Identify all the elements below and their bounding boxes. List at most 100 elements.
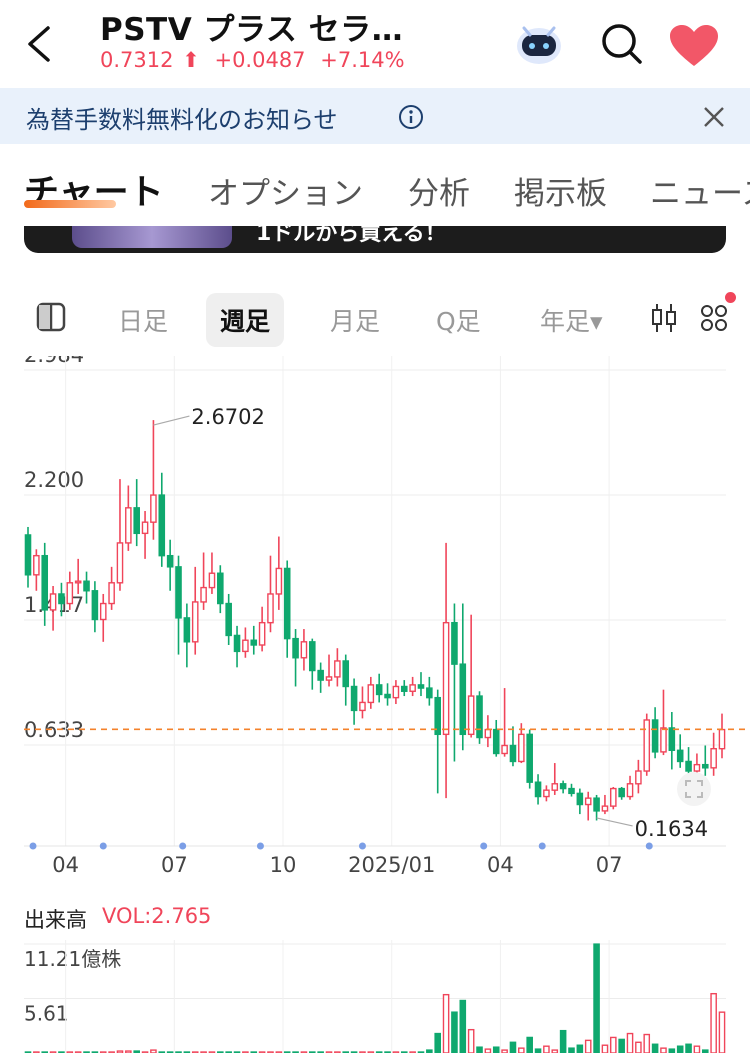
candle-body [518, 733, 525, 763]
period-yearly-dropdown[interactable]: 年足▾ [540, 302, 603, 338]
candle-body [258, 621, 266, 646]
candle-body [300, 641, 308, 659]
tab-options[interactable]: オプション [208, 168, 363, 213]
candle-body [718, 728, 726, 750]
volume-bar [618, 1038, 625, 1053]
candle-body [442, 621, 450, 736]
info-icon[interactable] [398, 104, 424, 130]
volume-bar [584, 1039, 592, 1053]
candle-body [384, 693, 391, 699]
period-quarterly[interactable]: Q足 [436, 302, 481, 338]
volume-bar [543, 1045, 550, 1053]
candle-body [643, 719, 651, 772]
favorite-heart-icon[interactable] [668, 24, 720, 68]
volume-y-tick-label: 11.21億株 [24, 947, 121, 971]
side-panel-toggle-icon[interactable] [36, 302, 66, 332]
min-price-label: 0.1634 [635, 817, 708, 841]
header: PSTV プラス セラ… 0.7312 ⬆ +0.0487 +7.14% [0, 0, 750, 88]
candle-body [175, 566, 182, 619]
volume-bar [467, 1028, 475, 1053]
candle-body [710, 747, 717, 769]
candle-body [693, 763, 701, 772]
tab-board[interactable]: 掲示板 [514, 168, 607, 213]
candle-body [342, 660, 350, 688]
candle-body [58, 593, 65, 605]
candle-body [635, 770, 642, 785]
x-tick-label: 07 [161, 853, 188, 877]
volume-bar [660, 1047, 667, 1053]
candle-body [33, 554, 40, 576]
ai-assistant-robot-icon[interactable] [512, 22, 566, 68]
volume-bar [451, 1011, 458, 1053]
candle-body [509, 744, 517, 763]
volume-bar-chart[interactable]: 11.21億株 5.61 [0, 940, 750, 1053]
volume-bar [434, 1032, 442, 1053]
period-daily[interactable]: 日足 [118, 302, 168, 338]
price-candlestick-chart[interactable]: 2.9842.2001.4170.6330407102025/0104072.6… [0, 356, 750, 886]
candle-body [676, 749, 684, 763]
price-change-pct: +7.14% [320, 48, 405, 72]
period-weekly[interactable]: 週足 [206, 293, 285, 347]
search-icon[interactable] [600, 22, 644, 66]
candle-body [492, 728, 500, 755]
up-arrow-icon: ⬆ [182, 48, 200, 72]
back-arrow-icon[interactable] [22, 24, 58, 64]
candle-body [125, 507, 132, 544]
volume-value: VOL:2.765 [102, 904, 212, 928]
x-tick-label: 04 [52, 853, 79, 877]
promo-banner[interactable]: 1ドルから買える！ [24, 226, 726, 253]
candle-body [559, 783, 567, 790]
volume-bar [492, 1046, 500, 1053]
fullscreen-icon[interactable] [677, 772, 711, 806]
event-marker [179, 842, 187, 850]
notice-banner[interactable]: 為替手数料無料化のお知らせ [0, 88, 750, 144]
candle-body [24, 534, 32, 576]
volume-bar [559, 1029, 567, 1053]
y-tick-label: 0.633 [24, 718, 84, 742]
event-marker [480, 842, 488, 850]
candle-body [141, 521, 149, 535]
candle-body [225, 602, 232, 637]
candle-body [217, 572, 224, 605]
candle-body [250, 639, 258, 646]
event-marker [538, 842, 546, 850]
chart-type-candlestick-icon[interactable] [650, 302, 678, 334]
candle-body [108, 582, 115, 605]
volume-bar [601, 1044, 609, 1053]
min-label-leader [596, 817, 633, 827]
volume-bar [676, 1045, 684, 1053]
volume-bar [509, 1041, 517, 1053]
close-icon[interactable] [700, 103, 728, 131]
candle-body [275, 567, 283, 595]
candle-body [116, 542, 124, 584]
candle-body [660, 727, 667, 753]
volume-bar [693, 1045, 701, 1053]
candle-body [334, 660, 341, 678]
volume-bar [459, 999, 467, 1053]
period-monthly[interactable]: 月足 [330, 302, 380, 338]
volume-bar [534, 1048, 542, 1053]
notice-text[interactable]: 為替手数料無料化のお知らせ [26, 100, 338, 135]
candle-body [701, 763, 709, 769]
tab-news[interactable]: ニュース [650, 168, 750, 213]
price-change: +0.0487 [214, 48, 306, 72]
max-label-leader [153, 415, 190, 426]
candle-body [66, 582, 74, 605]
indicator-grid-icon[interactable] [700, 304, 728, 332]
candle-body [601, 805, 609, 812]
candle-body [568, 787, 575, 795]
candle-body [233, 634, 241, 653]
volume-bar [593, 943, 600, 1053]
candle-body [242, 639, 249, 653]
promo-text: 1ドルから買える！ [256, 226, 447, 246]
candle-body [618, 787, 625, 798]
volume-bar [568, 1047, 575, 1053]
candle-body [584, 797, 592, 806]
candle-body [476, 695, 483, 739]
tab-analysis[interactable]: 分析 [408, 168, 470, 213]
current-price: 0.7312 [100, 48, 174, 72]
active-tab-indicator [24, 200, 116, 208]
candle-body [325, 676, 333, 681]
stock-title: PSTV プラス セラ… [100, 12, 404, 48]
volume-bar [718, 1011, 726, 1053]
